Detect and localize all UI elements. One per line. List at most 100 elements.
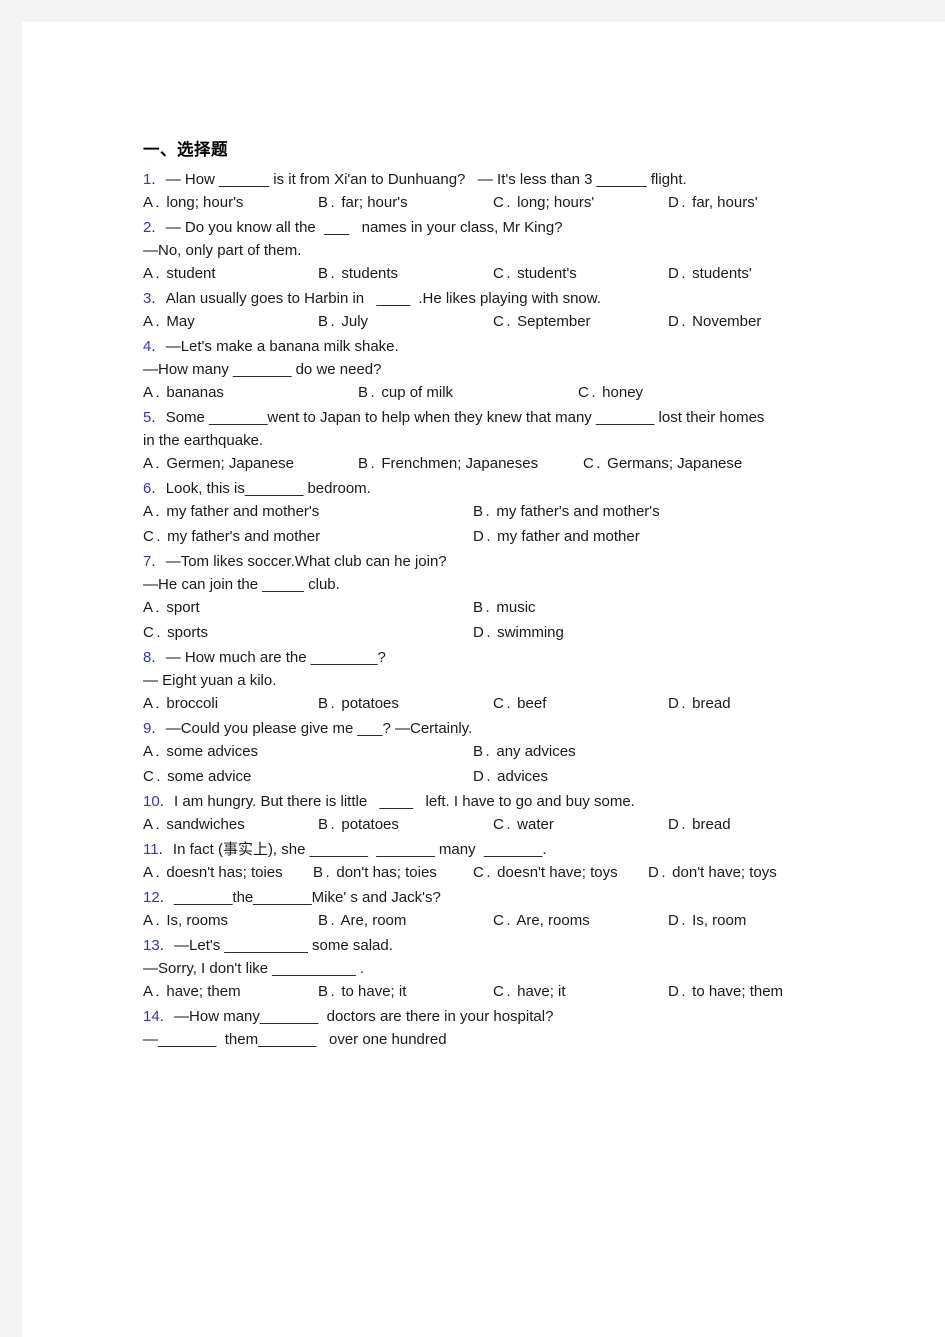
answer-option[interactable]: B. music: [473, 600, 536, 615]
option-letter: A.: [143, 598, 163, 616]
answer-option[interactable]: C. sports: [143, 625, 208, 640]
answer-option[interactable]: D. bread: [668, 696, 731, 711]
answer-option[interactable]: B. July: [318, 314, 368, 329]
option-letter: B.: [318, 911, 338, 929]
answer-option[interactable]: A. May: [143, 314, 195, 329]
answer-option[interactable]: B. potatoes: [318, 817, 399, 832]
answer-option[interactable]: C. water: [493, 817, 554, 832]
answer-option[interactable]: C. beef: [493, 696, 546, 711]
answer-option[interactable]: C. student's: [493, 266, 577, 281]
option-row: A. broccoli B. potatoes C. beef D. bread: [143, 692, 843, 717]
option-letter: A.: [143, 502, 163, 520]
answer-option[interactable]: A. broccoli: [143, 696, 218, 711]
answer-option[interactable]: A. Germen; Japanese: [143, 456, 294, 471]
answer-option[interactable]: B. Frenchmen; Japaneses: [358, 456, 538, 471]
answer-option[interactable]: B. to have; it: [318, 984, 406, 999]
option-letter: A.: [143, 193, 163, 211]
document-page: 一、选择题 1. — How ______ is it from Xi'an t…: [22, 22, 945, 1337]
answer-option[interactable]: A. my father and mother's: [143, 504, 319, 519]
option-text: water: [513, 815, 554, 833]
option-text: Germans; Japanese: [603, 454, 743, 472]
answer-option[interactable]: A. some advices: [143, 744, 258, 759]
answer-option[interactable]: C. Are, rooms: [493, 913, 590, 928]
answer-option[interactable]: C. my father's and mother: [143, 529, 320, 544]
answer-option[interactable]: B. potatoes: [318, 696, 399, 711]
answer-option[interactable]: D. to have; them: [668, 984, 783, 999]
answer-option[interactable]: D. my father and mother: [473, 529, 640, 544]
option-text: Frenchmen; Japaneses: [377, 454, 539, 472]
option-letter: B.: [358, 383, 378, 401]
option-letter: C.: [493, 694, 513, 712]
option-letter: D.: [648, 863, 668, 881]
option-letter: B.: [358, 454, 378, 472]
answer-option[interactable]: B. don't has; toies: [313, 865, 437, 880]
answer-option[interactable]: A. student: [143, 266, 216, 281]
question-stem-text: —No, only part of them.: [143, 241, 302, 259]
question-stem: —_______ them_______ over one hundred: [143, 1028, 843, 1051]
question-number: 1.: [143, 170, 166, 188]
answer-option[interactable]: B. Are, room: [318, 913, 406, 928]
option-text: student's: [513, 264, 577, 282]
option-letter: A.: [143, 911, 163, 929]
option-letter: A.: [143, 264, 163, 282]
option-text: far, hours': [688, 193, 758, 211]
option-text: potatoes: [337, 694, 399, 712]
question-stem: 1. — How ______ is it from Xi'an to Dunh…: [143, 168, 843, 191]
option-text: July: [337, 312, 369, 330]
answer-option[interactable]: D. bread: [668, 817, 731, 832]
answer-option[interactable]: D. swimming: [473, 625, 564, 640]
answer-option[interactable]: C. long; hours': [493, 195, 594, 210]
answer-option[interactable]: A. sandwiches: [143, 817, 245, 832]
question-stem-text: Alan usually goes to Harbin in ____ .He …: [165, 289, 601, 307]
answer-option[interactable]: D. Is, room: [668, 913, 746, 928]
question-number: 4.: [143, 337, 166, 355]
answer-option[interactable]: A. bananas: [143, 385, 224, 400]
answer-option[interactable]: C. some advice: [143, 769, 251, 784]
answer-option[interactable]: B. far; hour's: [318, 195, 408, 210]
option-text: Is, rooms: [162, 911, 229, 929]
question-stem-text: In fact (事实上), she _______ _______ many …: [172, 840, 547, 858]
answer-option[interactable]: C. doesn't have; toys: [473, 865, 618, 880]
question-stem-text: —_______ them_______ over one hundred: [143, 1030, 447, 1048]
question-stem-text: I am hungry. But there is little ____ le…: [174, 792, 635, 810]
answer-option[interactable]: D. students': [668, 266, 752, 281]
option-text: potatoes: [337, 815, 399, 833]
option-letter: A.: [143, 454, 163, 472]
option-text: student: [162, 264, 216, 282]
answer-option[interactable]: B. my father's and mother's: [473, 504, 660, 519]
answer-option[interactable]: B. cup of milk: [358, 385, 453, 400]
option-letter: C.: [493, 264, 513, 282]
answer-option[interactable]: A. sport: [143, 600, 200, 615]
answer-option[interactable]: D. far, hours': [668, 195, 758, 210]
option-row: A. Germen; Japanese B. Frenchmen; Japanes…: [143, 452, 843, 477]
option-letter: A.: [143, 815, 163, 833]
answer-option[interactable]: B. any advices: [473, 744, 576, 759]
option-letter: C.: [493, 911, 513, 929]
answer-option[interactable]: A. Is, rooms: [143, 913, 228, 928]
answer-option[interactable]: C. September: [493, 314, 591, 329]
option-text: Are, room: [337, 911, 407, 929]
option-text: my father's and mother's: [492, 502, 660, 520]
option-text: have; it: [513, 982, 566, 1000]
answer-option[interactable]: A. doesn't has; toies: [143, 865, 283, 880]
option-text: my father and mother: [493, 527, 640, 545]
option-text: long; hour's: [162, 193, 244, 211]
question-stem-text: —Tom likes soccer.What club can he join?: [165, 552, 447, 570]
answer-option[interactable]: A. have; them: [143, 984, 241, 999]
answer-option[interactable]: C. honey: [578, 385, 643, 400]
option-row: C. some advice D. advices: [143, 765, 843, 790]
answer-option[interactable]: D. advices: [473, 769, 548, 784]
question-stem-text: —How many _______ do we need?: [143, 360, 382, 378]
answer-option[interactable]: A. long; hour's: [143, 195, 243, 210]
option-text: to have; them: [688, 982, 784, 1000]
option-row: A. Is, rooms B. Are, room C. Are, rooms D. …: [143, 909, 843, 934]
exam-content: 一、选择题 1. — How ______ is it from Xi'an t…: [143, 140, 843, 1051]
question-number: 3.: [143, 289, 166, 307]
question-stem: —How many _______ do we need?: [143, 358, 843, 381]
answer-option[interactable]: D. don't have; toys: [648, 865, 777, 880]
answer-option[interactable]: C. have; it: [493, 984, 566, 999]
answer-option[interactable]: B. students: [318, 266, 398, 281]
answer-option[interactable]: D. November: [668, 314, 761, 329]
answer-option[interactable]: C. Germans; Japanese: [583, 456, 742, 471]
option-text: sport: [162, 598, 200, 616]
